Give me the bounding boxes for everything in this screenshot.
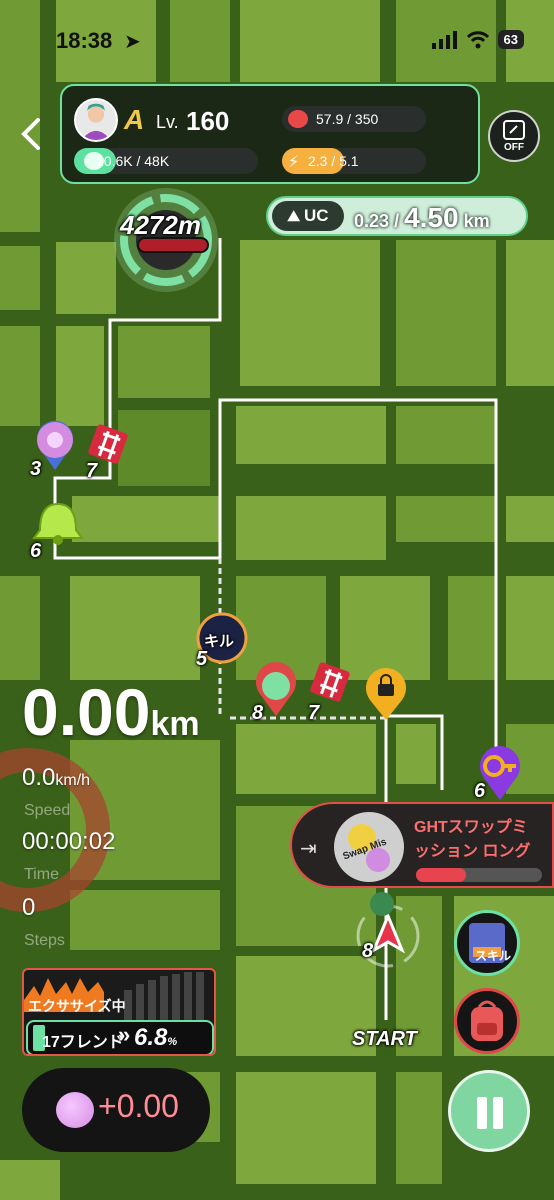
skill-marker-label: キル xyxy=(204,633,235,650)
pause-button[interactable] xyxy=(448,1070,530,1152)
speed-value: 0.0 xyxy=(22,764,56,791)
stamina-pill: ⚡ 2.3 / 5.1 xyxy=(282,148,426,174)
stamina-value: 2.3 / 5.1 xyxy=(308,153,359,169)
gauge-icon xyxy=(503,120,525,140)
exercise-panel[interactable]: エクササイズ中 17フレンド » 6.8% xyxy=(22,968,216,1056)
back-icon[interactable] xyxy=(16,116,46,152)
hashtag-marker[interactable] xyxy=(309,661,350,702)
mission-progress-fill xyxy=(416,868,467,882)
uc-current: 0.23 xyxy=(354,211,390,231)
uc-unit: km xyxy=(463,211,490,231)
uc-distance: 0.23 / 4.50 km xyxy=(354,202,490,234)
off-label: OFF xyxy=(504,142,524,153)
time-value: 00:00:02 xyxy=(22,828,116,855)
exercise-percent: 6.8% xyxy=(134,1024,177,1052)
distance-value: 0.00 xyxy=(22,675,151,749)
status-icons: 63 xyxy=(431,30,524,49)
steps-label: Steps xyxy=(24,932,65,949)
marker-count: 8 xyxy=(362,940,374,962)
marker-count: 8 xyxy=(252,702,264,724)
earnings-button[interactable]: +0.00 xyxy=(22,1068,210,1152)
uc-target: 4.50 xyxy=(404,202,459,233)
energy-pill: 57.9 / 350 xyxy=(282,106,426,132)
pause-icon xyxy=(477,1097,487,1129)
speed-label: Speed xyxy=(24,802,71,819)
bell-marker[interactable] xyxy=(32,502,84,545)
energy-value: 57.9 / 350 xyxy=(316,111,379,127)
backpack-icon xyxy=(471,1000,503,1041)
marker-count: 7 xyxy=(308,702,320,724)
uc-separator: / xyxy=(394,211,400,231)
location-arrow-icon: ➤ xyxy=(124,31,141,53)
key-pin-marker[interactable] xyxy=(480,746,520,800)
distance-display: 0.00km xyxy=(22,674,200,750)
uc-tag: ⛰ UC xyxy=(272,201,344,231)
steps-value: 0 xyxy=(22,894,36,921)
avatar[interactable] xyxy=(74,98,118,142)
marker-count: 5 xyxy=(196,648,208,670)
percent-unit: % xyxy=(167,1036,178,1048)
mission-card[interactable]: ⇥ Swap Mis GHTスワップミ ッション ロング xyxy=(290,802,554,888)
goal-distance-label: 4272m xyxy=(120,210,201,240)
double-chevron-icon: » xyxy=(118,1022,131,1047)
lock-pin-marker[interactable] xyxy=(366,668,406,720)
level-value: 160 xyxy=(186,106,230,136)
marker-count: 6 xyxy=(30,540,42,562)
distance-unit: km xyxy=(150,705,200,743)
points-value: 10.6K / 48K xyxy=(96,153,170,169)
auto-off-button[interactable]: OFF xyxy=(488,110,540,162)
player-panel: A Lv. 160 57.9 / 350 10.6K / 48K ⚡ 2.3 /… xyxy=(60,84,480,184)
token-icon xyxy=(56,1092,94,1128)
skill-book-button[interactable]: スキル xyxy=(454,910,520,976)
mission-title: GHTスワップミ ッション ロング xyxy=(414,816,530,864)
start-label: START xyxy=(352,1028,417,1050)
wifi-icon xyxy=(466,30,489,48)
marker-count: 3 xyxy=(30,458,42,480)
status-bar: 18:38 ➤ 63 xyxy=(0,0,554,84)
pause-icon xyxy=(493,1097,503,1129)
ring-pin-marker[interactable] xyxy=(37,420,73,470)
backpack-button[interactable] xyxy=(454,988,520,1054)
points-pill: 10.6K / 48K xyxy=(74,148,258,174)
battery-indicator: 63 xyxy=(497,30,524,49)
friend-count: 17フレンド xyxy=(42,1034,124,1051)
uc-tag-label: UC xyxy=(304,206,329,225)
level-label: Lv. xyxy=(156,112,179,132)
mission-progress xyxy=(416,868,542,882)
earnings-value: +0.00 xyxy=(98,1088,179,1124)
collapse-arrow-icon[interactable]: ⇥ xyxy=(300,836,317,861)
route-icon: ⛰ xyxy=(287,207,301,225)
player-rank: A xyxy=(124,104,145,135)
mission-title-line2: ッション ロング xyxy=(414,843,531,860)
hashtag-marker[interactable] xyxy=(87,423,128,464)
marker-count: 7 xyxy=(86,460,98,482)
clock: 18:38 xyxy=(56,28,113,53)
uc-distance-bar: ⛰ UC 0.23 / 4.50 km xyxy=(266,196,528,236)
speed-display: 0.0km/h xyxy=(22,764,90,792)
mission-title-line1: GHTスワップミ xyxy=(414,819,528,836)
signal-icon xyxy=(431,30,457,49)
mission-image: Swap Mis xyxy=(334,812,404,882)
route-path xyxy=(386,714,444,790)
skill-book-label: スキル xyxy=(475,949,512,963)
percent-value: 6.8 xyxy=(134,1024,168,1051)
exercise-title: エクササイズ中 xyxy=(28,998,126,1014)
marker-count: 6 xyxy=(474,780,486,802)
time-label: Time xyxy=(24,866,59,883)
speed-unit: km/h xyxy=(55,772,91,789)
